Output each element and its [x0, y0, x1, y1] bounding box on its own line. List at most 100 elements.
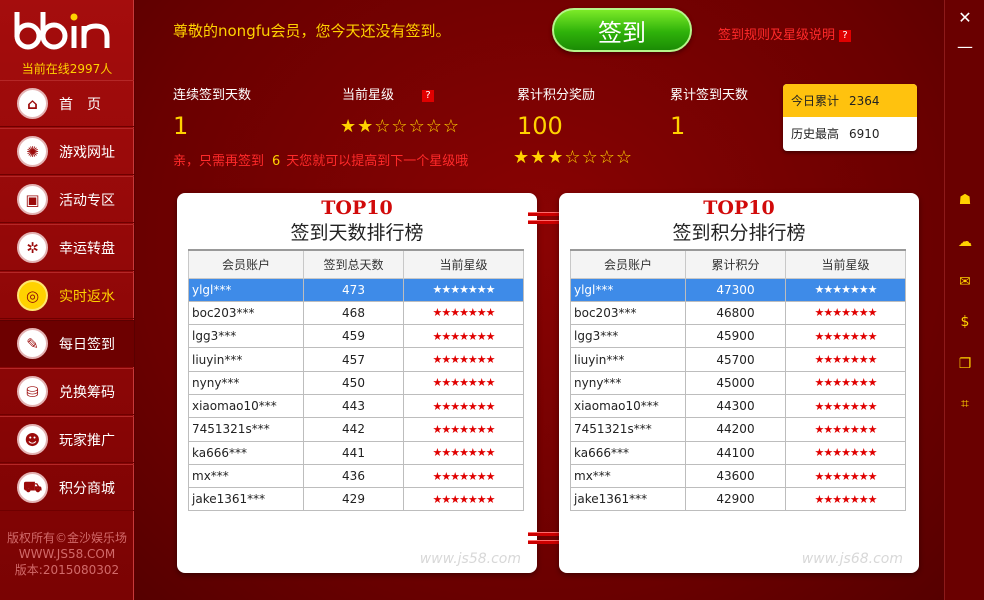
star-filled-icon: ★	[340, 116, 358, 137]
cell-account: xiaomao10***	[570, 393, 686, 419]
sidebar-item-label: 首 页	[59, 96, 101, 113]
money-icon[interactable]: $	[955, 312, 975, 332]
sidebar-item-5[interactable]: ✎ 每日签到	[0, 320, 134, 367]
cell-value: 473	[303, 277, 404, 302]
level-help-icon[interactable]: ?	[422, 90, 435, 102]
cell-value: 468	[303, 300, 404, 326]
table-row[interactable]: xiaomao10*** 443 ★★★★★★★	[188, 393, 524, 419]
sun-icon: ✺	[17, 136, 48, 167]
close-icon[interactable]: ✕	[955, 7, 975, 27]
points-ranking-panel: TOP10 签到积分排行榜 会员账户 累计积分 当前星级 ylgl*** 4730…	[559, 193, 919, 573]
star-filled-icon: ★	[357, 116, 375, 137]
cell-account: lgg3***	[188, 324, 304, 349]
col-level: 当前星级	[403, 249, 524, 279]
sidebar-item-4[interactable]: ◎ 实时返水	[0, 272, 134, 319]
points-ranking-title: 签到积分排行榜	[672, 222, 806, 244]
table-row[interactable]: liuyin*** 457 ★★★★★★★	[188, 347, 524, 372]
star-filled-icon: ★	[513, 147, 531, 168]
cell-account: 7451321s***	[570, 417, 686, 442]
sidebar-item-0[interactable]: ⌂ 首 页	[0, 80, 134, 127]
cell-value: 43600	[685, 463, 786, 489]
table-row[interactable]: boc203*** 46800 ★★★★★★★	[570, 300, 906, 326]
col-points: 累计积分	[685, 249, 786, 279]
cell-stars: ★★★★★★★	[785, 277, 906, 302]
sidebar-item-label: 每日签到	[59, 336, 115, 353]
total-days-value: 1	[670, 112, 686, 140]
current-level-stars: ★★☆☆☆☆☆	[340, 116, 460, 137]
table-row[interactable]: lgg3*** 45900 ★★★★★★★	[570, 324, 906, 349]
docs-icon[interactable]: ❐	[955, 354, 975, 374]
cell-stars: ★★★★★★★	[785, 487, 906, 512]
sidebar-item-label: 兑换筹码	[59, 384, 115, 401]
cell-value: 429	[303, 487, 404, 512]
cell-stars: ★★★★★★★	[785, 463, 906, 489]
next-level-hint: 亲，只需再签到 6 天您就可以提高到下一个星级哦	[173, 150, 468, 169]
main-content: 尊敬的nongfu会员，您今天还没有签到。 签到 签到规则及星级说明? 连续签到…	[135, 0, 944, 600]
cell-stars: ★★★★★★★	[403, 324, 524, 349]
cell-stars: ★★★★★★★	[403, 347, 524, 372]
sidebar-item-3[interactable]: ✲ 幸运转盘	[0, 224, 134, 271]
table-row[interactable]: ka666*** 441 ★★★★★★★	[188, 440, 524, 465]
cell-value: 436	[303, 463, 404, 489]
greeting-text: 尊敬的nongfu会员，您今天还没有签到。	[173, 22, 451, 40]
col-level: 当前星级	[785, 249, 906, 279]
cell-account: xiaomao10***	[188, 393, 304, 419]
sidebar-item-6[interactable]: ⛁ 兑换筹码	[0, 368, 134, 415]
table-row[interactable]: ka666*** 44100 ★★★★★★★	[570, 440, 906, 465]
star-filled-icon: ★	[530, 147, 548, 168]
rules-link[interactable]: 签到规则及星级说明?	[718, 24, 852, 43]
table-row[interactable]: 7451321s*** 44200 ★★★★★★★	[570, 417, 906, 442]
logo-area: 当前在线2997人	[0, 0, 133, 80]
level-label: 当前星级?	[342, 84, 435, 103]
cell-account: nyny***	[570, 370, 686, 395]
edit-icon: ✎	[17, 328, 48, 359]
star-empty-icon: ☆	[564, 147, 582, 168]
table-row[interactable]: ylgl*** 47300 ★★★★★★★	[570, 277, 906, 302]
cell-value: 42900	[685, 487, 786, 512]
today-score-row: 今日累计 2364	[783, 84, 917, 117]
table-row[interactable]: nyny*** 45000 ★★★★★★★	[570, 370, 906, 395]
cell-value: 441	[303, 440, 404, 465]
table-row[interactable]: ylgl*** 473 ★★★★★★★	[188, 277, 524, 302]
copyright-line: 版权所有©金沙娱乐场	[6, 531, 127, 545]
cell-stars: ★★★★★★★	[403, 463, 524, 489]
table-row[interactable]: liuyin*** 45700 ★★★★★★★	[570, 347, 906, 372]
cell-stars: ★★★★★★★	[403, 417, 524, 442]
sidebar-item-2[interactable]: ▣ 活动专区	[0, 176, 134, 223]
bbin-logo	[14, 12, 110, 50]
cell-account: mx***	[188, 463, 304, 489]
days-ranking-panel: TOP10 签到天数排行榜 会员账户 签到总天数 当前星级 ylgl*** 473…	[177, 193, 537, 573]
cell-account: nyny***	[188, 370, 304, 395]
table-row[interactable]: nyny*** 450 ★★★★★★★	[188, 370, 524, 395]
top10-label: TOP10	[703, 197, 775, 219]
table-row[interactable]: 7451321s*** 442 ★★★★★★★	[188, 417, 524, 442]
table-row[interactable]: lgg3*** 459 ★★★★★★★	[188, 324, 524, 349]
col-account: 会员账户	[570, 249, 686, 279]
sidebar-item-1[interactable]: ✺ 游戏网址	[0, 128, 134, 175]
cell-stars: ★★★★★★★	[403, 393, 524, 419]
chat-icon[interactable]: ☁	[955, 232, 975, 252]
user-icon[interactable]: ☗	[955, 190, 975, 210]
table-row[interactable]: jake1361*** 42900 ★★★★★★★	[570, 487, 906, 512]
points-label: 累计积分奖励	[517, 88, 596, 103]
best-score-row: 历史最高 6910	[783, 117, 917, 150]
cell-value: 47300	[685, 277, 786, 302]
cell-account: boc203***	[570, 300, 686, 326]
qr-icon[interactable]: ⌗	[955, 394, 975, 414]
cell-stars: ★★★★★★★	[785, 324, 906, 349]
table-row[interactable]: xiaomao10*** 44300 ★★★★★★★	[570, 393, 906, 419]
minimize-icon[interactable]: —	[955, 36, 975, 56]
sidebar-item-label: 实时返水	[59, 288, 115, 305]
sidebar-item-7[interactable]: ☻ 玩家推广	[0, 416, 134, 463]
cell-value: 443	[303, 393, 404, 419]
table-row[interactable]: mx*** 43600 ★★★★★★★	[570, 463, 906, 489]
top10-label: TOP10	[321, 197, 393, 219]
mail-icon[interactable]: ✉	[955, 272, 975, 292]
col-days: 签到总天数	[303, 249, 404, 279]
signin-button[interactable]: 签到	[552, 8, 692, 52]
table-row[interactable]: mx*** 436 ★★★★★★★	[188, 463, 524, 489]
sidebar-item-8[interactable]: ⛟ 积分商城	[0, 464, 134, 511]
cell-account: liuyin***	[570, 347, 686, 372]
table-row[interactable]: jake1361*** 429 ★★★★★★★	[188, 487, 524, 512]
table-row[interactable]: boc203*** 468 ★★★★★★★	[188, 300, 524, 326]
